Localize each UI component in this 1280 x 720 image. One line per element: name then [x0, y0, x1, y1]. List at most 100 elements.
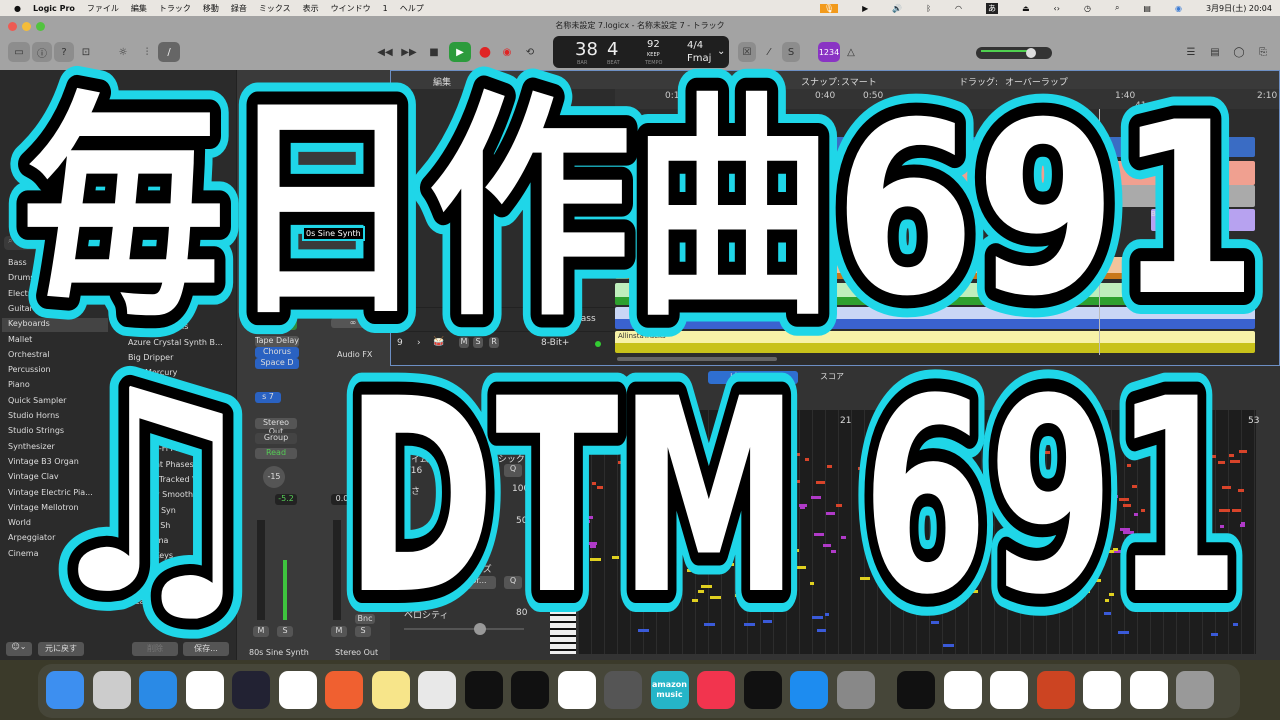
stop-button[interactable]: ■	[424, 42, 444, 62]
category-item[interactable]: Studio Horns	[8, 411, 59, 420]
midi-note[interactable]	[651, 478, 658, 481]
tab-score[interactable]: スコア	[802, 371, 862, 384]
preset-item[interactable]: s of Mercury	[128, 368, 177, 377]
ruler[interactable]: 0:10 0:40 0:50 1:40 2:10 41	[615, 89, 1279, 111]
midi-note[interactable]	[1089, 542, 1099, 545]
midi-note[interactable]	[580, 508, 588, 511]
category-item[interactable]: Guitar	[8, 304, 33, 313]
preset-item[interactable]: Cortlandt Alley Rive...	[128, 429, 215, 438]
midi-note[interactable]	[701, 489, 708, 492]
midi-note[interactable]	[967, 527, 972, 530]
midi-note[interactable]	[925, 472, 936, 475]
midi-note[interactable]	[632, 503, 638, 506]
midi-note[interactable]	[638, 629, 649, 632]
midi-note[interactable]	[800, 506, 805, 509]
bounce-button[interactable]: Bnc	[355, 614, 375, 624]
category-item[interactable]: Quick Sampler	[8, 396, 66, 405]
midi-note[interactable]	[1108, 451, 1112, 454]
pan-knob[interactable]: -15	[263, 466, 285, 488]
dock-item-kindle[interactable]	[743, 671, 782, 709]
midi-note[interactable]	[762, 550, 771, 553]
midi-note[interactable]	[1006, 496, 1013, 499]
midi-note[interactable]	[582, 516, 593, 519]
midi-note[interactable]	[692, 541, 696, 544]
midi-note[interactable]	[1050, 536, 1058, 539]
midi-note[interactable]	[592, 482, 596, 485]
apple-menu-icon[interactable]: ●	[14, 4, 21, 13]
eject-icon[interactable]: ⏏	[1022, 4, 1030, 13]
midi-note[interactable]	[786, 550, 791, 553]
midi-note[interactable]	[825, 613, 829, 616]
midi-note[interactable]	[898, 499, 908, 502]
category-item[interactable]: Vintage Electric Pia...	[8, 488, 93, 497]
midi-note[interactable]	[1096, 579, 1101, 582]
midi-note[interactable]	[836, 504, 842, 507]
midi-note[interactable]	[700, 498, 704, 501]
midi-note[interactable]	[1185, 526, 1193, 529]
midi-note[interactable]	[957, 502, 965, 505]
midi-note[interactable]	[1187, 571, 1192, 574]
minimize-button[interactable]	[22, 22, 31, 31]
solo-button[interactable]: S	[782, 42, 800, 62]
midi-note[interactable]	[738, 493, 749, 496]
midi-note[interactable]	[1109, 495, 1118, 498]
midi-note[interactable]	[680, 480, 685, 483]
smart-controls-button[interactable]: ☼	[112, 42, 134, 62]
midi-note[interactable]	[896, 538, 901, 541]
midi-note[interactable]	[1104, 612, 1111, 615]
midi-note[interactable]	[1238, 559, 1242, 562]
velocity-knob[interactable]	[474, 623, 486, 635]
track-solo-button[interactable]: S	[473, 337, 483, 348]
midi-note[interactable]	[1163, 463, 1167, 466]
dock-item-notion[interactable]	[464, 671, 503, 709]
chevron-down-icon[interactable]: ⌄	[717, 46, 725, 57]
midi-note[interactable]	[737, 523, 748, 526]
midi-note[interactable]	[690, 506, 701, 509]
midi-note[interactable]	[1220, 525, 1224, 528]
midi-note[interactable]	[1143, 600, 1151, 603]
fx-slot-2[interactable]: Chorus	[255, 347, 299, 358]
dock-item-creative-cloud[interactable]	[1036, 671, 1075, 709]
region-green[interactable]	[615, 283, 1255, 305]
midi-note[interactable]	[578, 569, 582, 572]
menu-view[interactable]: 表示	[303, 3, 319, 14]
timer-icon[interactable]: ◷	[1084, 4, 1091, 13]
midi-note[interactable]	[633, 454, 644, 457]
midi-note[interactable]	[671, 557, 676, 560]
solo-button[interactable]: S	[277, 626, 293, 637]
record-button[interactable]: ●	[476, 42, 494, 62]
midi-note[interactable]	[782, 504, 791, 507]
midi-note[interactable]	[758, 506, 765, 509]
midi-note[interactable]	[1127, 464, 1131, 467]
midi-note[interactable]	[949, 586, 958, 589]
midi-note[interactable]	[690, 552, 699, 555]
midi-note[interactable]	[763, 620, 772, 623]
midi-note[interactable]	[682, 530, 689, 533]
note-grid[interactable]	[578, 410, 1256, 654]
siri-icon[interactable]: ◉	[1175, 4, 1182, 13]
midi-note[interactable]	[597, 486, 603, 489]
midi-note[interactable]	[1233, 623, 1238, 626]
preset-item[interactable]: Azure Crystal Synth B...	[128, 338, 223, 347]
lcd-tempo[interactable]: 92	[647, 39, 660, 50]
quantize-value[interactable]: 1/16	[402, 466, 422, 476]
midi-note[interactable]	[1150, 450, 1161, 453]
midi-note[interactable]	[1219, 562, 1225, 565]
midi-note[interactable]	[1022, 480, 1029, 483]
dock-item-logic-pro[interactable]	[604, 671, 642, 709]
midi-note[interactable]	[698, 590, 704, 593]
menu-file[interactable]: ファイル	[87, 3, 119, 14]
dock-item-music[interactable]	[697, 671, 735, 709]
clock[interactable]: 3月9日(土) 20:04	[1206, 3, 1272, 14]
midi-note[interactable]	[1089, 561, 1097, 564]
region-blue-top[interactable]	[615, 137, 1255, 157]
midi-note[interactable]	[922, 549, 928, 552]
midi-note[interactable]	[1051, 540, 1060, 543]
midi-note[interactable]	[590, 558, 601, 561]
region-orange[interactable]: 04	[615, 257, 1255, 279]
inspector-button[interactable]: ⓘ	[32, 42, 52, 62]
control-center-icon[interactable]: ▤	[1143, 4, 1151, 13]
midi-note[interactable]	[715, 495, 721, 498]
category-item[interactable]: Vintage Mellotron	[8, 503, 79, 512]
midi-note[interactable]	[697, 515, 707, 518]
